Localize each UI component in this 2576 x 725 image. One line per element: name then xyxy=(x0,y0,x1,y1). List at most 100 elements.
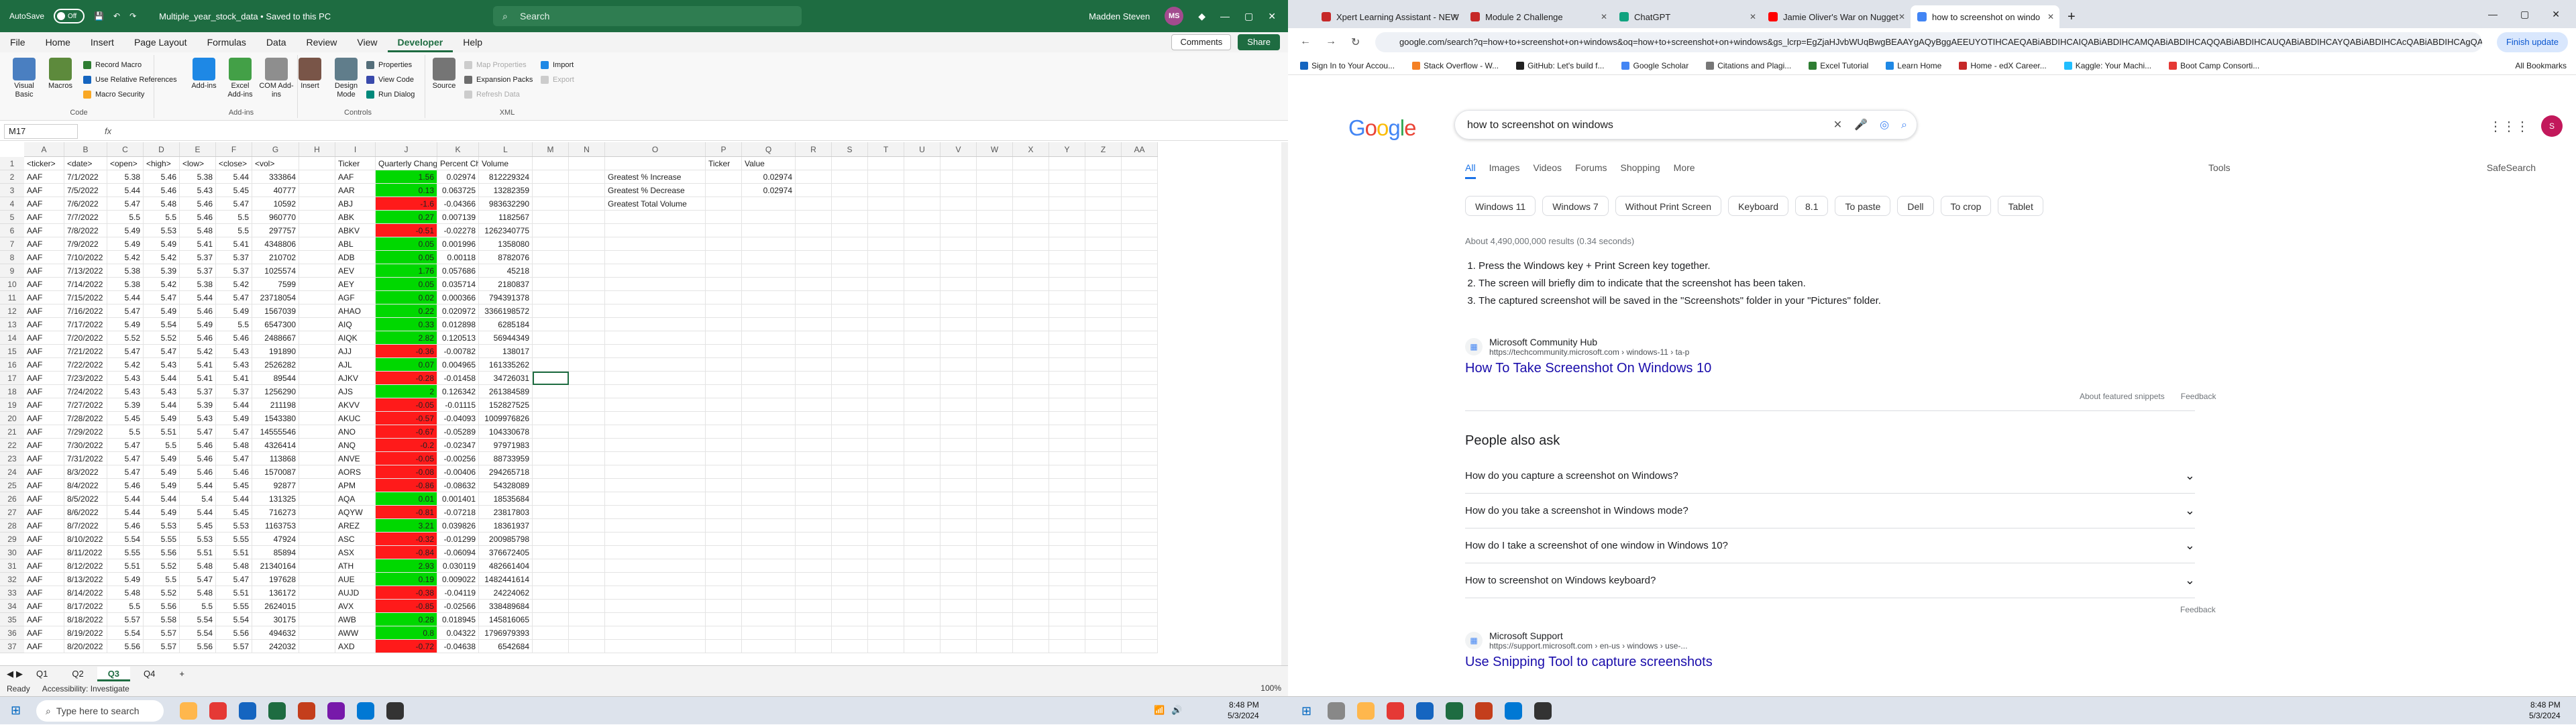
cell[interactable]: 2526282 xyxy=(252,358,299,372)
cell[interactable] xyxy=(796,412,832,425)
run-dialog-button[interactable]: Run Dialog xyxy=(366,89,415,101)
file-explorer-icon[interactable] xyxy=(1357,702,1375,720)
cell[interactable]: 5.54 xyxy=(144,318,180,331)
cell[interactable] xyxy=(1085,224,1122,237)
cell[interactable] xyxy=(977,573,1013,586)
cell[interactable]: AWW xyxy=(335,626,376,640)
close-tab-icon[interactable]: ✕ xyxy=(1452,12,1458,21)
cell[interactable] xyxy=(796,533,832,546)
cell[interactable] xyxy=(941,197,977,211)
cell[interactable]: 5.49 xyxy=(144,412,180,425)
cell[interactable]: 5.39 xyxy=(144,264,180,278)
paa-question[interactable]: How to screenshot on Windows keyboard? ⌄ xyxy=(1465,563,2195,598)
cell[interactable] xyxy=(1122,600,1158,613)
cell[interactable] xyxy=(977,251,1013,264)
cell[interactable] xyxy=(605,318,706,331)
cell[interactable]: -0.00406 xyxy=(437,465,479,479)
cell[interactable]: 7/13/2022 xyxy=(64,264,107,278)
cell[interactable] xyxy=(941,264,977,278)
cell[interactable] xyxy=(1049,170,1085,184)
cell[interactable] xyxy=(1122,626,1158,640)
cell[interactable]: 5.42 xyxy=(107,358,144,372)
cell[interactable] xyxy=(796,224,832,237)
cell[interactable]: 0.120513 xyxy=(437,331,479,345)
cell[interactable]: 5.51 xyxy=(180,546,216,559)
browser-tab[interactable]: Jamie Oliver's War on Nugget ✕ xyxy=(1762,5,1911,28)
cell[interactable]: 5.45 xyxy=(216,184,252,197)
cell[interactable] xyxy=(1122,519,1158,533)
cell[interactable] xyxy=(832,197,868,211)
cell[interactable] xyxy=(1013,345,1049,358)
cell[interactable]: 5.47 xyxy=(144,345,180,358)
cell[interactable] xyxy=(868,331,904,345)
cell[interactable]: 30175 xyxy=(252,613,299,626)
cell[interactable] xyxy=(796,425,832,439)
cell[interactable]: 5.44 xyxy=(107,184,144,197)
column-header-X[interactable]: X xyxy=(1013,142,1049,156)
feedback-link[interactable]: Feedback xyxy=(2180,605,2216,614)
cell[interactable]: 5.38 xyxy=(107,170,144,184)
cell[interactable] xyxy=(868,479,904,492)
cell[interactable]: 1482441614 xyxy=(479,573,533,586)
bookmark-item[interactable]: Stack Overflow - W... xyxy=(1412,61,1499,70)
row-header-34[interactable]: 34 xyxy=(0,600,24,613)
cell[interactable]: ASC xyxy=(335,533,376,546)
cell[interactable] xyxy=(941,385,977,398)
cell[interactable] xyxy=(941,519,977,533)
cell[interactable] xyxy=(1013,439,1049,452)
cell[interactable]: 7/6/2022 xyxy=(64,197,107,211)
cell[interactable] xyxy=(941,318,977,331)
ribbon-tab-developer[interactable]: Developer xyxy=(387,32,453,52)
cell[interactable] xyxy=(977,626,1013,640)
cell[interactable] xyxy=(533,170,569,184)
cell[interactable]: 5.46 xyxy=(144,170,180,184)
cell[interactable]: 7/16/2022 xyxy=(64,304,107,318)
cell[interactable] xyxy=(832,600,868,613)
cell[interactable]: AAF xyxy=(24,586,64,600)
cell[interactable] xyxy=(904,237,941,251)
cell[interactable] xyxy=(605,640,706,653)
cell[interactable] xyxy=(977,331,1013,345)
cell[interactable] xyxy=(569,626,605,640)
column-header-K[interactable]: K xyxy=(437,142,479,156)
cell[interactable]: 5.46 xyxy=(180,211,216,224)
cell[interactable] xyxy=(977,412,1013,425)
cell[interactable] xyxy=(569,278,605,291)
cell[interactable] xyxy=(904,372,941,385)
cell[interactable] xyxy=(706,304,742,318)
browser-tab[interactable]: how to screenshot on windo ✕ xyxy=(1911,5,2059,28)
column-header-M[interactable]: M xyxy=(533,142,569,156)
cell[interactable]: 7/29/2022 xyxy=(64,425,107,439)
cell[interactable]: AAF xyxy=(24,211,64,224)
cell[interactable] xyxy=(533,345,569,358)
cell[interactable]: 104330678 xyxy=(479,425,533,439)
cell[interactable]: -0.67 xyxy=(376,425,437,439)
cell[interactable] xyxy=(796,358,832,372)
cell[interactable]: Greatest % Increase xyxy=(605,170,706,184)
cell[interactable]: AEY xyxy=(335,278,376,291)
wifi-icon[interactable]: 📶 xyxy=(1154,705,1165,716)
cell[interactable] xyxy=(796,640,832,653)
row-header-32[interactable]: 32 xyxy=(0,573,24,586)
cell[interactable] xyxy=(1085,318,1122,331)
cell[interactable] xyxy=(832,452,868,465)
cell[interactable] xyxy=(832,640,868,653)
cell[interactable]: -0.07218 xyxy=(437,506,479,519)
cell[interactable] xyxy=(299,398,335,412)
cell[interactable] xyxy=(832,412,868,425)
cell[interactable]: 5.57 xyxy=(107,613,144,626)
cell[interactable] xyxy=(1049,586,1085,600)
cell[interactable] xyxy=(533,197,569,211)
cell[interactable] xyxy=(977,479,1013,492)
cell[interactable] xyxy=(904,559,941,573)
cell[interactable] xyxy=(977,546,1013,559)
cell[interactable] xyxy=(1085,197,1122,211)
cell[interactable] xyxy=(706,345,742,358)
row-header-27[interactable]: 27 xyxy=(0,506,24,519)
cell[interactable] xyxy=(706,452,742,465)
cell[interactable]: 794391378 xyxy=(479,291,533,304)
cell[interactable]: 5.46 xyxy=(180,452,216,465)
cell[interactable] xyxy=(533,546,569,559)
cell[interactable] xyxy=(1122,211,1158,224)
cell[interactable]: Greatest % Decrease xyxy=(605,184,706,197)
